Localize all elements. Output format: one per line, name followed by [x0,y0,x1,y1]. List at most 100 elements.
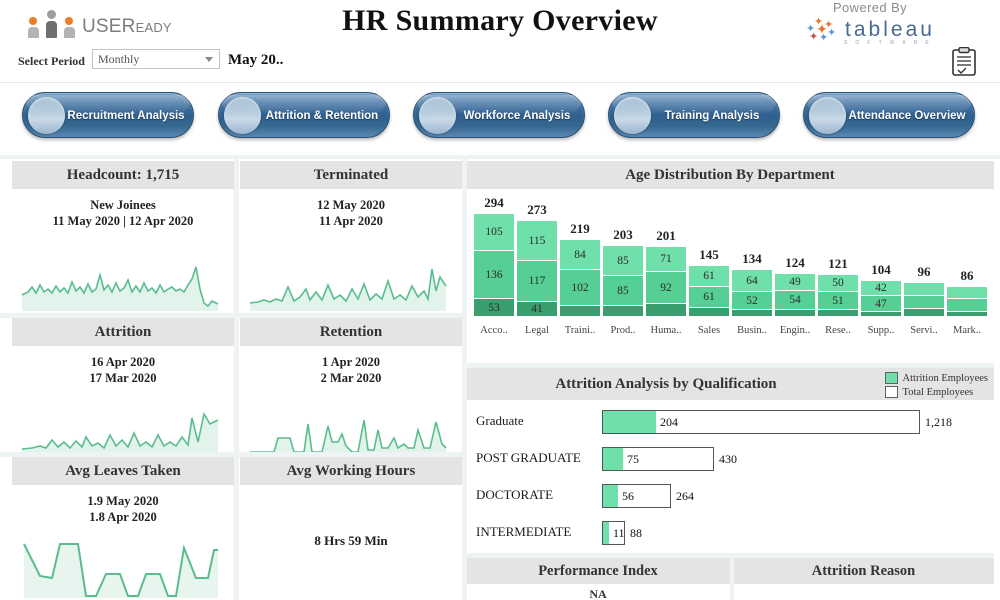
nav-button-training-analysis[interactable]: Training Analysis [608,92,780,138]
header: USEREADY HR Summary Overview Powered By … [0,0,1000,46]
performance-index-panel[interactable]: Performance Index NA [466,558,730,600]
nav-button-label: Attendance Overview [848,110,966,122]
performance-index-title: Performance Index [466,558,730,584]
qualification-row[interactable]: INTERMEDIATE 11 88 [466,515,994,549]
total-employees-bar [602,410,920,434]
qualification-label: DOCTORATE [476,487,554,502]
age-bar-total-label: 134 [742,251,762,266]
age-bar-segment: 52 [732,292,772,309]
kpi-card-retention[interactable]: Retention 1 Apr 2020 2 Mar 2020 [240,318,462,458]
divider [0,313,462,318]
age-bar[interactable]: 102 84 219 Traini.. [560,221,600,336]
nav-button-recruitment-analysis[interactable]: Recruitment Analysis [22,92,194,138]
age-bar-segment: 85 [603,276,643,305]
nav-knob-icon [614,97,651,134]
kpi-line-2: 2 Mar 2020 [320,371,382,385]
age-bar[interactable]: 52 64 134 Busin.. [732,251,772,336]
age-bar[interactable]: 41 117 115 273 Legal [517,202,557,336]
attrition-value-label: 204 [660,414,678,429]
age-bar[interactable]: 61 61 145 Sales [689,247,729,336]
age-bar-segment: 102 [560,270,600,305]
kpi-line-1: 1 Apr 2020 [321,355,381,369]
age-bar[interactable]: 47 42 104 Supp.. [861,262,901,336]
kpi-card-attrition[interactable]: Attrition 16 Apr 2020 17 Mar 2020 [12,318,234,458]
divider [0,452,462,457]
nav-button-label: Workforce Analysis [463,110,571,122]
age-bar-segment: 51 [818,292,858,309]
age-bar[interactable]: 85 85 203 Prod.. [603,227,643,336]
kpi-card-headcount[interactable]: Headcount: 1,715 New Joinees 11 May 2020… [12,161,234,313]
sparkline-headcount [21,266,219,311]
age-bar-segment: 115 [517,221,557,260]
nav-button-attrition-retention[interactable]: Attrition & Retention [218,92,390,138]
kpi-line-1: 1.9 May 2020 [87,494,159,508]
period-select[interactable]: Monthly [92,49,220,69]
nav-button-workforce-analysis[interactable]: Workforce Analysis [413,92,585,138]
kpi-line-2: 17 Mar 2020 [89,371,157,385]
age-bar-segment [603,306,643,316]
nav-knob-icon [224,97,261,134]
age-bar-total-label: 203 [613,227,633,242]
attrition-reason-panel[interactable]: Attrition Reason [733,558,994,600]
nav-button-label: Training Analysis [664,110,760,122]
age-bar-segment [947,299,987,311]
age-distribution-panel: Age Distribution By Department 53 136 105 2… [466,161,994,363]
attrition-reason-title: Attrition Reason [733,558,994,584]
age-bar-segment: 42 [861,281,901,295]
attrition-employees-bar [603,522,609,544]
age-bar[interactable]: 92 71 201 Huma.. [646,228,686,336]
attrition-qualification-panel: Attrition Analysis by Qualification Attr… [466,368,994,556]
total-value-label: 430 [719,451,737,466]
age-axis-tick-label: Mark.. [953,325,981,336]
age-bar-segment [904,309,944,316]
kpi-line-1: 16 Apr 2020 [90,355,156,369]
age-bar[interactable]: 86 Mark.. [947,268,987,336]
tableau-wordmark: tableau [845,18,935,41]
age-bar-total-label: 121 [828,256,848,271]
age-bar-total-label: 124 [785,255,805,270]
age-bar-total-label: 96 [917,264,931,279]
kpi-line-2: 8 Hrs 59 Min [314,533,388,548]
age-bar-segment: 53 [474,299,514,316]
legend-item-total: Total Employees [884,386,988,398]
age-bar-segment: 41 [517,302,557,316]
kpi-card-avg-working-hours[interactable]: Avg Working Hours 8 Hrs 59 Min [240,457,462,600]
divider [466,363,994,368]
clipboard-icon[interactable] [950,47,978,77]
age-bar-segment: 64 [732,270,772,291]
total-value-label: 88 [630,525,642,540]
kpi-card-avg-leaves-taken[interactable]: Avg Leaves Taken 1.9 May 2020 1.8 Apr 20… [12,457,234,600]
age-bar-total-label: 86 [960,268,974,283]
sparkline-retention [250,419,447,456]
age-bar-segment: 50 [818,275,858,291]
powered-by-label: Powered By [832,0,908,15]
age-bar-segment: 54 [775,291,815,309]
tableau-sparkle-icon: ✦ ✦ ✦ ✦ ✦ ✦ ✦ [806,15,837,44]
nav-button-label: Recruitment Analysis [67,110,185,122]
qualification-row[interactable]: POST GRADUATE 75 430 [466,441,994,475]
attrition-value-label: 56 [622,488,634,503]
age-bar[interactable]: 51 50 121 Rese.. [818,256,858,336]
dashboard-root: USEREADY HR Summary Overview Powered By … [0,0,1000,600]
age-bar[interactable]: 96 Servi.. [904,264,944,336]
age-bar[interactable]: 54 49 124 Engin.. [775,255,815,336]
nav-knob-icon [419,97,456,134]
qualification-row[interactable]: Graduate 204 1,218 [466,404,994,438]
nav-button-attendance-overview[interactable]: Attendance Overview [803,92,975,138]
age-bar-segment: 136 [474,251,514,298]
age-bar-total-label: 201 [656,228,676,243]
age-bar-segment: 61 [689,287,729,307]
performance-index-value: NA [589,587,607,600]
age-bar-total-label: 145 [699,247,719,262]
qualification-row[interactable]: DOCTORATE 56 264 [466,478,994,512]
age-bar-total-label: 104 [871,262,891,277]
age-bar[interactable]: 53 136 105 294 Acco.. [474,195,514,336]
chevron-down-icon [205,57,213,62]
attrition-employees-bar [603,448,623,470]
divider [730,556,734,600]
kpi-card-terminated[interactable]: Terminated 12 May 2020 11 Apr 2020 [240,161,462,313]
kpi-title: Retention [240,318,462,346]
kpi-line-1: 12 May 2020 [316,198,386,212]
age-bar-segment [818,310,858,316]
qualification-label: POST GRADUATE [476,450,581,465]
